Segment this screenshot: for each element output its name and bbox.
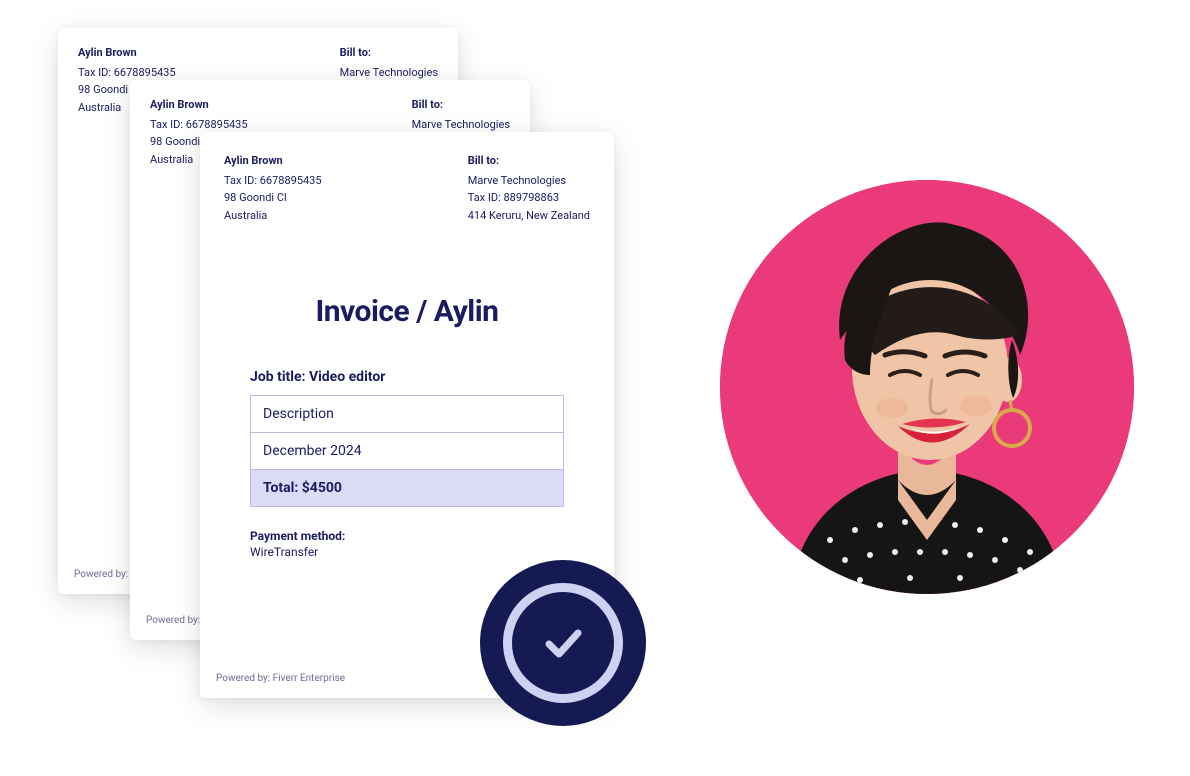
bill-to-label: Bill to: [340,44,438,62]
sender-tax-id: Tax ID: 6678895435 [78,64,176,82]
payment-method-label: Payment method: [250,529,564,543]
recipient-company: Marve Technologies [468,172,590,190]
sender-name: Aylin Brown [150,96,248,114]
recipient-address: 414 Keruru, New Zealand [468,207,590,225]
payment-method-block: Payment method: WireTransfer [250,529,564,559]
table-row-period: December 2024 [251,433,563,470]
canvas: Aylin Brown Tax ID: 6678895435 98 Goondi… [0,0,1190,776]
sender-address-1: 98 Goondi Cl [224,189,322,207]
bill-to-label: Bill to: [412,96,510,114]
recipient-company: Marve Technologies [340,64,438,82]
bill-to-label: Bill to: [468,152,590,170]
card-header: Aylin Brown Tax ID: 6678895435 98 Goondi… [224,152,590,224]
sender-name: Aylin Brown [78,44,176,62]
recipient-block: Bill to: Marve Technologies Tax ID: 8897… [468,152,590,224]
sender-tax-id: Tax ID: 6678895435 [150,116,248,134]
sender-address-2: Australia [224,207,322,225]
badge-ring [503,583,623,703]
table-row-description: Description [251,396,563,433]
table-row-total: Total: $4500 [251,470,563,506]
checkmark-icon [535,615,591,671]
powered-by: Powered by: Fiverr Enterprise [216,673,345,684]
sender-name: Aylin Brown [224,152,322,170]
invoice-title: Invoice / Aylin [224,294,590,329]
sender-tax-id: Tax ID: 6678895435 [224,172,322,190]
avatar-illustration [720,180,1134,594]
recipient-tax-id: Tax ID: 889798863 [468,189,590,207]
success-badge [480,560,646,726]
invoice-table: Description December 2024 Total: $4500 [250,395,564,507]
recipient-company: Marve Technologies [412,116,510,134]
sender-block: Aylin Brown Tax ID: 6678895435 98 Goondi… [224,152,322,224]
avatar [720,180,1134,594]
job-title: Job title: Video editor [250,369,564,385]
payment-method-value: WireTransfer [250,545,564,559]
